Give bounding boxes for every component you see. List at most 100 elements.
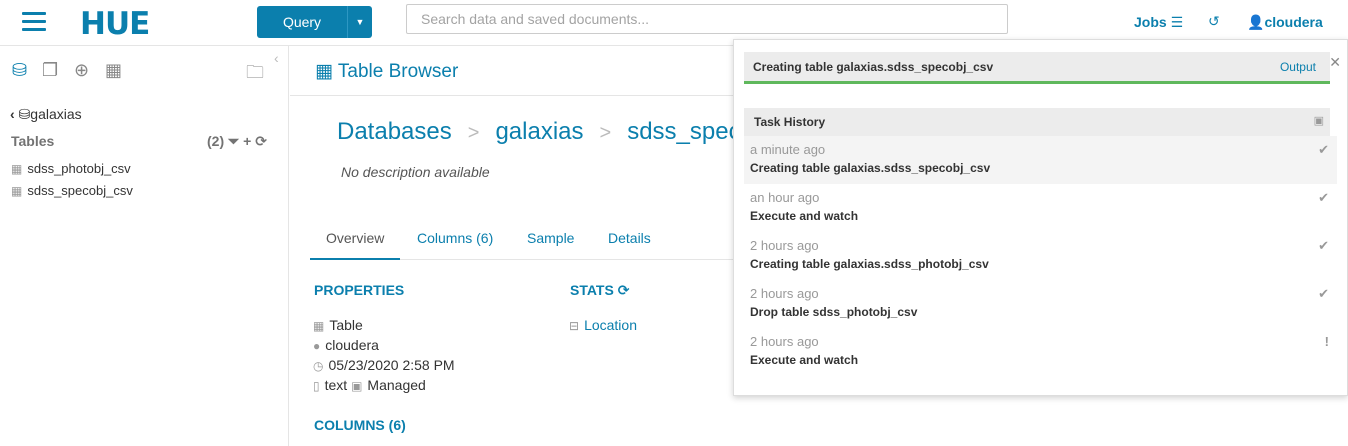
task-time: a minute ago [750, 142, 826, 157]
filter-icon[interactable]: ⏷ [228, 133, 239, 149]
database-name[interactable]: galaxias [30, 106, 81, 122]
task-time: 2 hours ago [750, 334, 819, 349]
table-list-item[interactable]: ▦ sdss_photobj_csv [11, 161, 131, 176]
archive-icon: ▣ [351, 379, 363, 393]
database-title[interactable]: ‹ ⛁galaxias [10, 106, 82, 123]
tables-tools: (2) ⏷ + ⟳ [207, 133, 267, 150]
check-icon: ✔ [1318, 286, 1329, 301]
close-icon[interactable]: ✕ [1329, 54, 1341, 71]
breadcrumb-database[interactable]: galaxias [495, 118, 583, 145]
database-icon[interactable]: ⛁ [12, 60, 27, 81]
user-icon: 👤 [1247, 14, 1265, 30]
properties-heading: PROPERTIES [314, 282, 405, 298]
breadcrumb-table[interactable]: sdss_specobj_csv [627, 118, 734, 145]
table-icon: ▦ [11, 184, 23, 198]
task-history-item[interactable]: 2 hours ago Drop table sdss_photobj_csv … [744, 280, 1337, 328]
search-data-icon[interactable]: ⊕ [74, 60, 89, 81]
refresh-stats-icon[interactable]: ⟳ [618, 282, 630, 298]
file-icon: ▯ [313, 379, 320, 393]
left-assist-panel: ⛁ ❐ ⊕ ▦ 🗀 ‹ ‹ ⛁galaxias Tables (2) ⏷ + ⟳… [0, 46, 289, 446]
table-name[interactable]: sdss_specobj_csv [27, 183, 133, 198]
main-content: ▦ Table Browser Databases > galaxias > sdss_… [290, 46, 734, 446]
property-format: ▯ text ▣ Managed [313, 377, 426, 393]
task-history-title: Task History [754, 115, 826, 129]
task-time: an hour ago [750, 190, 820, 205]
task-name[interactable]: Execute and watch [750, 353, 858, 367]
property-format-value: text [324, 377, 348, 393]
task-time: 2 hours ago [750, 286, 819, 301]
task-time: 2 hours ago [750, 238, 819, 253]
columns-heading: COLUMNS (6) [314, 417, 406, 433]
tab-sample[interactable]: Sample [527, 230, 574, 246]
property-owner: ● cloudera [313, 337, 379, 353]
check-icon: ✔ [1318, 190, 1329, 205]
page-title-text: Table Browser [337, 61, 459, 82]
add-icon[interactable]: + [243, 133, 251, 149]
running-task: Creating table galaxias.sdss_specobj_csv… [744, 52, 1330, 84]
hamburger-menu-icon[interactable] [22, 12, 46, 32]
table-icon: ▦ [315, 61, 333, 82]
tab-columns[interactable]: Columns (6) [417, 230, 493, 246]
grid-icon[interactable]: ▦ [105, 60, 122, 81]
jobs-button[interactable]: Jobs ☰ [1134, 14, 1183, 31]
clock-icon: ◷ [313, 359, 324, 373]
breadcrumb: Databases > galaxias > sdss_specobj_csv [337, 118, 734, 146]
page-title: ▦ Table Browser [315, 60, 458, 83]
caret-down-icon[interactable]: ▼ [347, 6, 372, 38]
task-history-item[interactable]: 2 hours ago Creating table galaxias.sdss… [744, 232, 1337, 280]
tables-count: (2) [207, 133, 225, 149]
hue-logo[interactable]: HUE [80, 6, 150, 42]
property-created-value: 05/23/2020 2:58 PM [328, 357, 455, 373]
back-icon[interactable]: ‹ [10, 106, 15, 122]
folder-icon[interactable]: 🗀 [246, 60, 264, 90]
user-label[interactable]: cloudera [1264, 14, 1322, 30]
location-label[interactable]: Location [584, 317, 637, 333]
task-history-item[interactable]: an hour ago Execute and watch ✔ [744, 184, 1337, 232]
query-button[interactable]: Query ▼ [257, 6, 372, 38]
tabs-bar: Overview Columns (6) Sample Details [310, 222, 734, 260]
task-history-header: Task History ▣ [744, 108, 1330, 136]
warning-icon: ! [1324, 334, 1329, 349]
check-icon: ✔ [1318, 238, 1329, 253]
hdd-icon: ⊟ [569, 319, 580, 333]
history-icon[interactable]: ↺ [1208, 13, 1220, 30]
user-menu[interactable]: 👤cloudera [1247, 14, 1323, 31]
task-name[interactable]: Creating table galaxias.sdss_specobj_csv [750, 161, 990, 175]
property-created: ◷ 05/23/2020 2:58 PM [313, 357, 455, 373]
breadcrumb-separator: > [599, 122, 612, 144]
refresh-icon[interactable]: ⟳ [255, 133, 267, 149]
jobs-panel: Creating table galaxias.sdss_specobj_csv… [733, 39, 1348, 396]
task-name[interactable]: Execute and watch [750, 209, 858, 223]
output-link[interactable]: Output [1280, 60, 1316, 74]
documents-icon[interactable]: ❐ [42, 60, 58, 81]
tab-overview[interactable]: Overview [326, 230, 384, 246]
task-history-item[interactable]: a minute ago Creating table galaxias.sds… [744, 136, 1337, 184]
property-type-value: Table [329, 317, 363, 333]
calendar-icon[interactable]: ▣ [1314, 114, 1324, 127]
task-name[interactable]: Creating table galaxias.sdss_photobj_csv [750, 257, 989, 271]
stats-heading: STATS ⟳ [570, 282, 629, 299]
query-button-label[interactable]: Query [257, 14, 347, 30]
search-input[interactable] [406, 4, 1008, 34]
property-owner-value: cloudera [325, 337, 379, 353]
property-type: ▦ Table [313, 317, 363, 333]
table-icon: ▦ [11, 162, 23, 176]
table-description[interactable]: No description available [341, 164, 490, 180]
sliders-icon: ☰ [1170, 14, 1184, 30]
collapse-panel-icon[interactable]: ‹ [274, 50, 279, 66]
task-name[interactable]: Drop table sdss_photobj_csv [750, 305, 917, 319]
running-task-name: Creating table galaxias.sdss_specobj_csv [753, 60, 994, 74]
location-link[interactable]: ⊟ Location [569, 317, 637, 333]
table-list-item[interactable]: ▦ sdss_specobj_csv [11, 183, 133, 198]
breadcrumb-databases[interactable]: Databases [337, 118, 452, 145]
task-history-item[interactable]: 2 hours ago Execute and watch ! [744, 328, 1337, 376]
breadcrumb-separator: > [467, 122, 480, 144]
active-tab-indicator [310, 258, 400, 260]
tab-details[interactable]: Details [608, 230, 651, 246]
property-managed-value: Managed [367, 377, 426, 393]
tables-header: Tables [11, 133, 55, 149]
db-icon: ⛁ [18, 106, 31, 122]
table-icon: ▦ [313, 319, 325, 333]
table-name[interactable]: sdss_photobj_csv [27, 161, 130, 176]
jobs-label[interactable]: Jobs [1134, 14, 1167, 30]
